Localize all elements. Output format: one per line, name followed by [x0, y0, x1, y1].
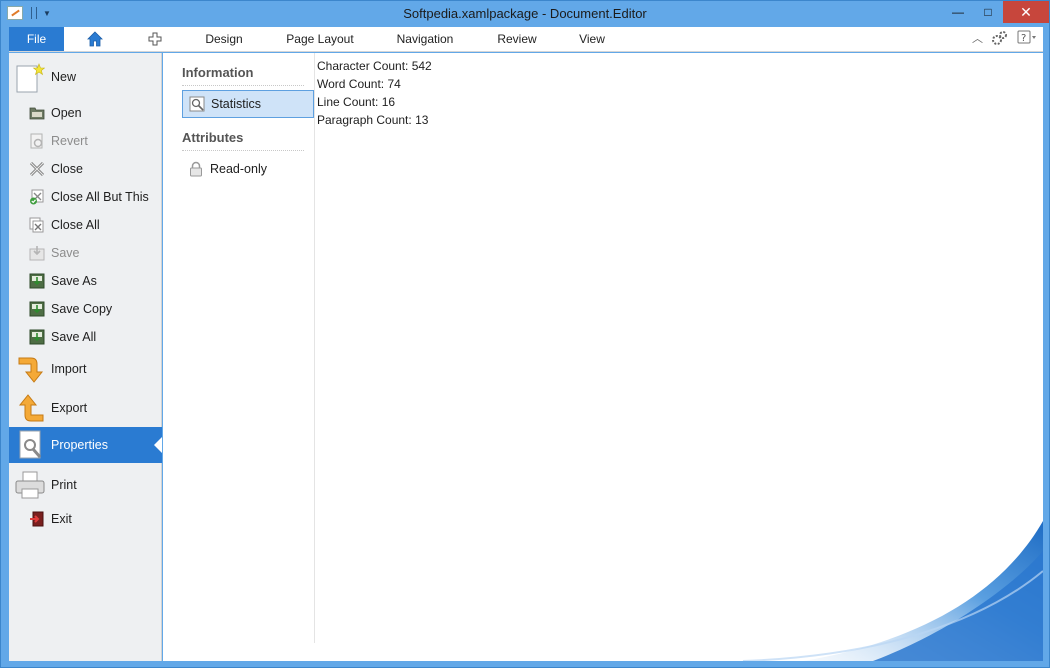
section-heading-information: Information: [182, 65, 254, 80]
menu-open-label: Open: [51, 106, 82, 120]
menu-properties-label: Properties: [51, 438, 108, 452]
tab-view[interactable]: View: [572, 27, 612, 51]
menu-import-label: Import: [51, 362, 87, 376]
svg-text:?: ?: [1021, 33, 1026, 44]
menu-open[interactable]: Open: [9, 101, 162, 125]
decorative-swoosh: [742, 521, 1043, 661]
menu-close-all-but-this[interactable]: Close All But This: [9, 185, 162, 209]
close-all-icon: [29, 217, 44, 233]
open-folder-icon: [29, 107, 45, 120]
statistics-icon: [189, 96, 205, 112]
window-title: Softpedia.xamlpackage - Document.Editor: [403, 6, 647, 21]
statistics-list: Character Count: 542 Word Count: 74 Line…: [317, 57, 432, 129]
app-window: ▼ Softpedia.xamlpackage - Document.Edito…: [0, 0, 1050, 668]
menu-exit[interactable]: Exit: [9, 507, 162, 531]
tab-review[interactable]: Review: [492, 27, 542, 51]
menu-print-label: Print: [51, 478, 77, 492]
menu-import[interactable]: Import: [9, 351, 162, 387]
menu-revert-label: Revert: [51, 134, 88, 148]
tab-design[interactable]: Design: [197, 27, 251, 51]
maximize-button[interactable]: □: [973, 1, 1003, 23]
save-copy-icon: [29, 301, 45, 317]
tab-page-layout[interactable]: Page Layout: [281, 27, 359, 51]
menu-new-label: New: [51, 70, 77, 84]
properties-panel: Information Statistics Attributes Read-o…: [163, 53, 1043, 661]
title-bar: ▼ Softpedia.xamlpackage - Document.Edito…: [1, 1, 1049, 27]
close-icon: [29, 161, 45, 177]
tab-navigation[interactable]: Navigation: [391, 27, 459, 51]
tab-home[interactable]: [83, 27, 107, 51]
stat-character-count: Character Count: 542: [317, 59, 432, 73]
close-window-button[interactable]: ✕: [1003, 1, 1049, 23]
section-heading-attributes: Attributes: [182, 130, 244, 145]
save-icon: [29, 246, 45, 261]
printer-icon: [15, 471, 45, 499]
properties-icon: [19, 430, 42, 459]
ribbon-tab-bar: File Design Page Layout Navigation Revie…: [9, 27, 1043, 52]
revert-icon: [30, 133, 43, 149]
import-icon: [18, 357, 44, 383]
menu-close-all-but-this-label: Close All But This: [51, 190, 149, 204]
menu-save-all-label: Save All: [51, 330, 97, 344]
tab-file[interactable]: File: [9, 27, 64, 51]
menu-new[interactable]: New: [9, 59, 162, 95]
minimize-button[interactable]: —: [943, 1, 973, 23]
stat-paragraph-count: Paragraph Count: 13: [317, 113, 429, 127]
menu-export-label: Export: [51, 401, 88, 415]
close-all-but-this-icon: [30, 189, 44, 205]
menu-close-all-label: Close All: [51, 218, 100, 232]
category-statistics[interactable]: Statistics: [182, 90, 314, 118]
menu-save[interactable]: Save: [9, 241, 162, 265]
category-read-only[interactable]: Read-only: [182, 155, 314, 183]
menu-save-as-label: Save As: [51, 274, 97, 288]
category-statistics-label: Statistics: [211, 97, 262, 111]
help-icon[interactable]: ?: [1017, 30, 1037, 46]
tab-insert[interactable]: [143, 27, 167, 51]
settings-icon[interactable]: [991, 30, 1009, 46]
menu-close-all[interactable]: Close All: [9, 213, 162, 237]
export-icon: [18, 394, 44, 422]
menu-close[interactable]: Close: [9, 157, 162, 181]
ribbon-right-controls: ︿ ?: [972, 30, 1037, 46]
menu-close-label: Close: [51, 162, 83, 176]
stat-line-count: Line Count: 16: [317, 95, 396, 109]
menu-revert[interactable]: Revert: [9, 129, 162, 153]
save-as-icon: [29, 273, 45, 289]
new-document-icon: [16, 63, 45, 93]
menu-save-all[interactable]: Save All: [9, 325, 162, 349]
section-divider: [182, 150, 304, 151]
stat-word-count: Word Count: 74: [317, 77, 401, 91]
menu-properties[interactable]: Properties: [9, 427, 162, 463]
collapse-ribbon-icon[interactable]: ︿: [972, 30, 983, 46]
menu-save-as[interactable]: Save As: [9, 269, 162, 293]
menu-export[interactable]: Export: [9, 390, 162, 426]
lock-icon: [190, 161, 202, 177]
exit-icon: [30, 511, 44, 527]
window-controls: — □ ✕: [943, 1, 1049, 23]
menu-print[interactable]: Print: [9, 467, 162, 503]
menu-save-copy[interactable]: Save Copy: [9, 297, 162, 321]
backstage-menu: New Open Revert Close Close All But This…: [9, 53, 162, 661]
save-all-icon: [29, 329, 45, 345]
home-icon: [87, 31, 103, 47]
section-divider: [182, 85, 304, 86]
property-categories: Information Statistics Attributes Read-o…: [163, 53, 315, 643]
menu-save-label: Save: [51, 246, 80, 260]
plus-icon: [148, 32, 162, 46]
menu-save-copy-label: Save Copy: [51, 302, 113, 316]
menu-exit-label: Exit: [51, 512, 72, 526]
category-read-only-label: Read-only: [210, 162, 267, 176]
